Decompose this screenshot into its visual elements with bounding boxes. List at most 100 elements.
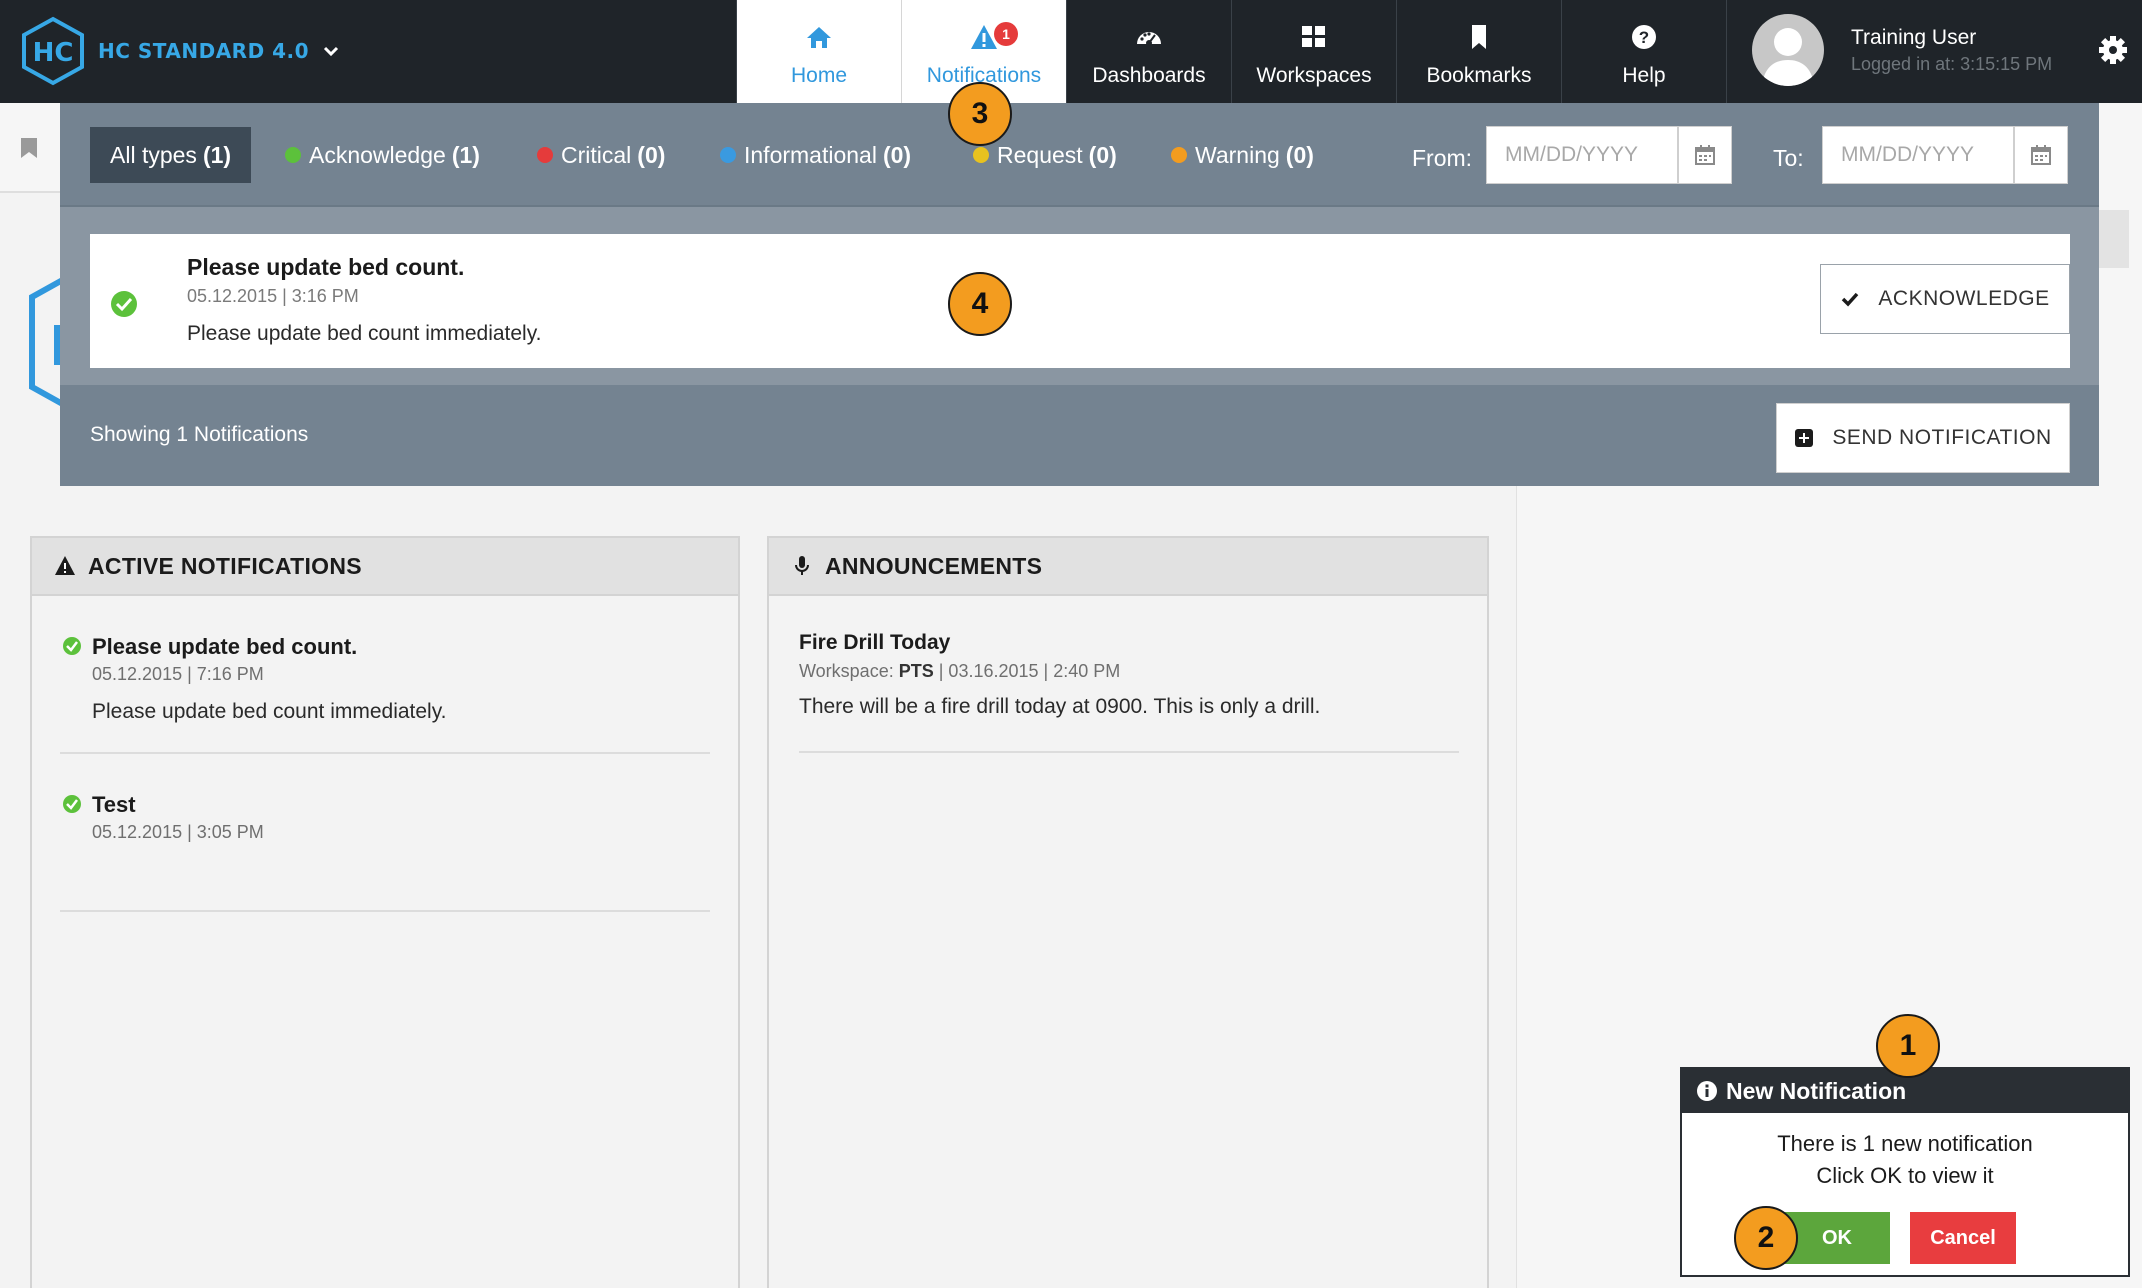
filter-count: (0) xyxy=(882,141,912,168)
callout-marker-2: 2 xyxy=(1734,1206,1798,1270)
user-account-area: Training User Logged in at: 3:15:15 PM xyxy=(1726,0,2142,103)
nav-tab-workspaces[interactable]: Workspaces xyxy=(1231,0,1396,103)
list-item[interactable]: Please update bed count. 05.12.2015 | 7:… xyxy=(60,634,710,754)
acknowledge-button[interactable]: ACKNOWLEDGE xyxy=(1820,264,2070,334)
filter-count: (1) xyxy=(202,141,232,168)
checkmark-icon xyxy=(1842,292,1859,307)
from-label: From: xyxy=(1412,145,1473,171)
dialog-message-line1: There is 1 new notification xyxy=(1777,1131,2033,1156)
microphone-icon xyxy=(795,556,809,575)
list-item[interactable]: Test 05.12.2015 | 3:05 PM xyxy=(60,792,710,912)
plus-square-icon xyxy=(1795,429,1814,447)
cancel-button[interactable]: Cancel xyxy=(1910,1212,2016,1264)
critical-dot-icon xyxy=(537,147,553,163)
acknowledge-button-label: ACKNOWLEDGE xyxy=(1878,287,2050,310)
from-calendar-button[interactable] xyxy=(1678,126,1732,184)
request-dot-icon xyxy=(973,147,989,163)
announcement-title: Fire Drill Today xyxy=(799,631,951,654)
callout-marker-1: 1 xyxy=(1876,1014,1940,1078)
ok-button[interactable]: OK xyxy=(1784,1212,1890,1264)
bookmark-icon xyxy=(1472,25,1486,49)
announcements-panel: ANNOUNCEMENTS Fire Drill Today Workspace… xyxy=(767,536,1489,1288)
filter-count: (0) xyxy=(1088,141,1117,168)
notification-count-badge: 1 xyxy=(994,22,1018,46)
filter-label: Warning xyxy=(1195,141,1280,168)
to-calendar-button[interactable] xyxy=(2014,126,2068,184)
filter-label: Acknowledge xyxy=(309,141,446,168)
notification-meta: 05.12.2015 | 3:16 PM xyxy=(187,286,359,306)
filter-label: Critical xyxy=(561,141,632,168)
list-item-meta: 05.12.2015 | 7:16 PM xyxy=(92,664,264,684)
dialog-title: New Notification xyxy=(1726,1077,1907,1104)
send-notification-button[interactable]: SEND NOTIFICATION xyxy=(1776,403,2070,473)
notification-body: Please update bed count immediately. xyxy=(187,322,542,345)
warning-dot-icon xyxy=(1171,147,1187,163)
calendar-icon xyxy=(1695,145,1715,165)
main-nav-tabs: Home 1 Notifications Dashboards Workspac… xyxy=(736,0,1726,103)
announcement-meta-prefix: Workspace: xyxy=(799,661,894,681)
announcements-title: ANNOUNCEMENTS xyxy=(825,552,1043,579)
user-avatar[interactable] xyxy=(1752,14,1824,86)
from-date-input[interactable]: MM/DD/YYYY xyxy=(1486,126,1678,184)
announcement-workspace: PTS xyxy=(898,661,934,681)
svg-text:?: ? xyxy=(1639,28,1649,47)
filter-label: Informational xyxy=(744,141,877,168)
nav-tab-dashboards[interactable]: Dashboards xyxy=(1066,0,1231,103)
nav-tab-workspaces-label: Workspaces xyxy=(1256,64,1372,87)
nav-tab-home[interactable]: Home xyxy=(736,0,901,103)
chevron-down-icon xyxy=(324,46,339,57)
filter-count: (1) xyxy=(451,141,480,168)
to-label: To: xyxy=(1773,145,1804,171)
nav-tab-help[interactable]: ? Help xyxy=(1561,0,1726,103)
filter-critical[interactable]: Critical (0) xyxy=(537,127,665,183)
app-brand-menu[interactable]: HC HC STANDARD 4.0 xyxy=(20,16,341,86)
nav-tab-dashboards-label: Dashboards xyxy=(1092,64,1206,87)
filter-informational[interactable]: Informational (0) xyxy=(720,127,911,183)
nav-tab-help-label: Help xyxy=(1622,64,1666,87)
announcement-body: There will be a fire drill today at 0900… xyxy=(799,695,1321,718)
announcements-header: ANNOUNCEMENTS xyxy=(769,538,1487,596)
callout-marker-4: 4 xyxy=(948,272,1012,336)
home-icon xyxy=(807,27,831,48)
notification-count-text: Showing 1 Notifications xyxy=(90,423,309,446)
user-name: Training User xyxy=(1851,26,1977,49)
notification-card[interactable]: Please update bed count. 05.12.2015 | 3:… xyxy=(90,234,2070,368)
login-time: Logged in at: 3:15:15 PM xyxy=(1851,54,2053,74)
filter-count: (0) xyxy=(1285,141,1314,168)
filter-label: All types xyxy=(110,141,197,168)
logo-text: HC xyxy=(33,38,74,68)
help-icon: ? xyxy=(1632,25,1656,49)
filter-all-types[interactable]: All types (1) xyxy=(90,127,252,183)
info-icon xyxy=(1697,1081,1717,1101)
check-circle-icon xyxy=(63,795,81,813)
to-date-input[interactable]: MM/DD/YYYY xyxy=(1822,126,2014,184)
top-navigation-bar: HC HC STANDARD 4.0 Home 1 Notifications … xyxy=(0,0,2142,103)
list-item-meta: 05.12.2015 | 3:05 PM xyxy=(92,822,264,842)
informational-dot-icon xyxy=(720,147,736,163)
notifications-dropdown-panel: All types (1) Acknowledge (1) Critical (0) … xyxy=(60,103,2099,486)
hc-logo-icon: HC xyxy=(22,16,84,86)
nav-tab-bookmarks[interactable]: Bookmarks xyxy=(1396,0,1561,103)
workspaces-icon xyxy=(1302,26,1325,47)
warning-icon xyxy=(55,556,75,575)
filter-acknowledge[interactable]: Acknowledge (1) xyxy=(285,127,480,183)
active-notifications-panel: ACTIVE NOTIFICATIONS Please update bed c… xyxy=(30,536,740,1288)
gear-icon[interactable] xyxy=(2097,34,2129,66)
announcement-item[interactable]: Fire Drill Today Workspace: PTS | 03.16.… xyxy=(799,631,1459,753)
bookmark-page-icon[interactable] xyxy=(20,137,38,159)
dashboard-icon xyxy=(1137,32,1161,46)
active-notifications-title: ACTIVE NOTIFICATIONS xyxy=(88,552,362,579)
filter-label: Request xyxy=(997,141,1083,168)
announcement-meta-date: | 03.16.2015 | 2:40 PM xyxy=(938,661,1121,681)
list-item-body: Please update bed count immediately. xyxy=(92,700,447,723)
check-circle-icon xyxy=(111,291,137,317)
nav-tab-bookmarks-label: Bookmarks xyxy=(1426,64,1532,87)
list-item-title: Test xyxy=(92,792,136,817)
filter-count: (0) xyxy=(637,141,666,168)
check-circle-icon xyxy=(63,637,81,655)
filter-warning[interactable]: Warning (0) xyxy=(1171,127,1314,183)
nav-tab-home-label: Home xyxy=(790,64,848,87)
send-notification-label: SEND NOTIFICATION xyxy=(1832,426,2052,449)
active-notifications-header: ACTIVE NOTIFICATIONS xyxy=(32,538,738,596)
notification-title: Please update bed count. xyxy=(187,254,465,280)
